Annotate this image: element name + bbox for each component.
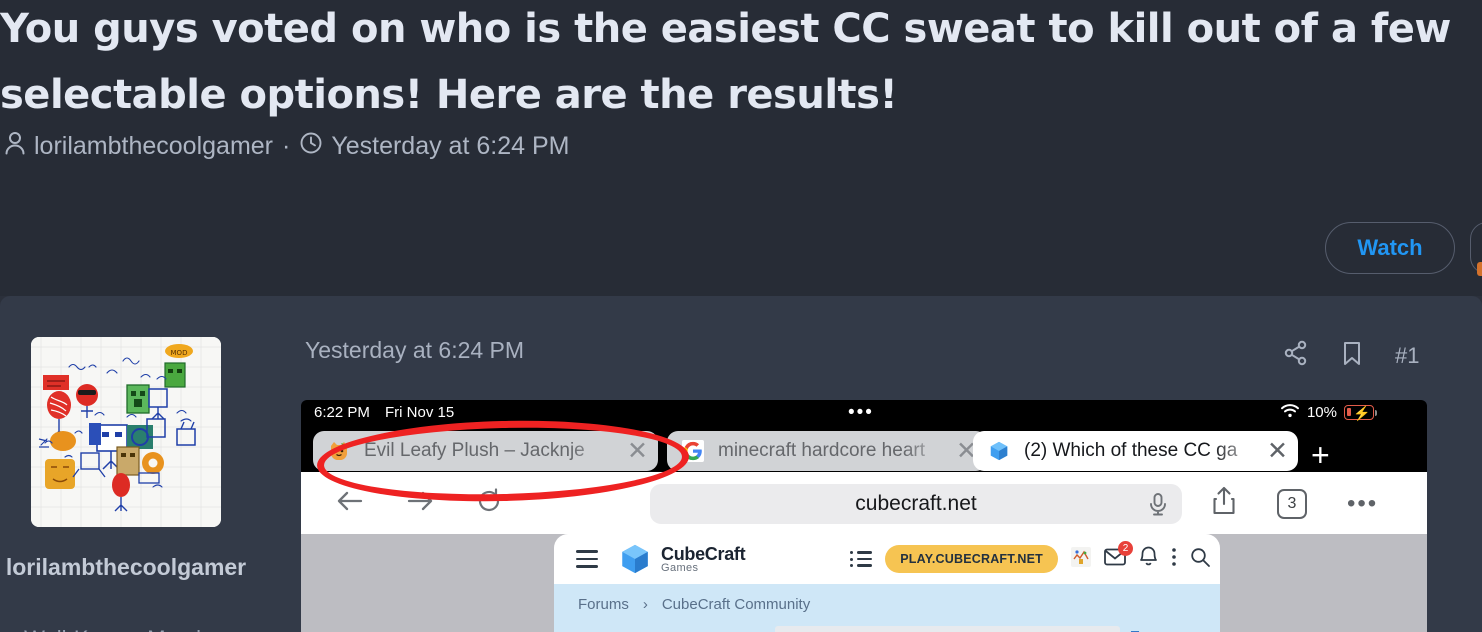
battery-charging-icon: ⚡ xyxy=(1344,405,1377,421)
kebab-menu-icon[interactable] xyxy=(1171,547,1177,572)
clock-icon xyxy=(299,131,323,162)
site-header-actions: PLAY.CUBECRAFT.NET 2 xyxy=(850,540,1210,573)
messages-badge: 2 xyxy=(1118,540,1133,556)
multitask-dots-icon[interactable]: ••• xyxy=(848,402,874,424)
back-arrow-icon[interactable] xyxy=(335,488,365,519)
chevron-right-icon: › xyxy=(642,596,648,613)
status-time: 6:22 PM xyxy=(314,404,370,421)
status-date: Fri Nov 15 xyxy=(385,404,455,421)
more-menu-icon[interactable]: ••• xyxy=(1347,490,1378,518)
google-icon xyxy=(681,439,705,463)
avatar[interactable]: MOD xyxy=(31,337,221,527)
user-avatar-small[interactable] xyxy=(1071,546,1091,572)
toolbar-right-icons: 3 ••• xyxy=(1211,486,1378,521)
website-viewport: CubeCraft Games PLAY.CUBECRAFT.NET 2 For… xyxy=(301,534,1427,632)
cubecraft-site: CubeCraft Games PLAY.CUBECRAFT.NET 2 For… xyxy=(554,534,1220,632)
tab-count-button[interactable]: 3 xyxy=(1277,488,1307,519)
wifi-icon xyxy=(1280,403,1300,422)
play-server-button[interactable]: PLAY.CUBECRAFT.NET xyxy=(885,545,1058,573)
close-icon[interactable]: ✕ xyxy=(1267,436,1288,466)
thread-author[interactable]: lorilambthecoolgamer xyxy=(34,132,273,161)
site-header: CubeCraft Games PLAY.CUBECRAFT.NET 2 xyxy=(554,534,1220,584)
thread-timestamp: Yesterday at 6:24 PM xyxy=(331,132,570,160)
microphone-icon[interactable] xyxy=(1147,492,1169,522)
ios-status-bar: 6:22 PM Fri Nov 15 ••• 10% ⚡ xyxy=(301,400,1427,428)
user-icon xyxy=(4,131,26,162)
thread-header: You guys voted on who is the easiest CC … xyxy=(0,0,1482,296)
browser-tab-3-label: (2) Which of these CC ga xyxy=(1024,440,1238,461)
share-upload-icon[interactable] xyxy=(1211,486,1237,521)
cubecraft-logo[interactable]: CubeCraft Games xyxy=(618,542,746,576)
browser-tab-2[interactable]: minecraft hardcore heart ✕ xyxy=(667,431,987,471)
address-bar[interactable]: cubecraft.net xyxy=(650,484,1182,524)
offscreen-badge-dot xyxy=(1477,262,1482,276)
post-author-title: Well-Known Member xyxy=(0,626,252,632)
new-tab-button[interactable]: + xyxy=(1311,437,1330,474)
breadcrumb: Forums › CubeCraft Community xyxy=(578,596,810,613)
messages-icon[interactable]: 2 xyxy=(1104,540,1133,571)
nav-buttons xyxy=(335,487,503,520)
post-timestamp[interactable]: Yesterday at 6:24 PM xyxy=(305,337,524,364)
watch-button[interactable]: Watch xyxy=(1325,222,1455,274)
list-view-icon[interactable] xyxy=(850,551,872,567)
breadcrumb-item-community[interactable]: CubeCraft Community xyxy=(662,596,810,613)
battery-percent: 10% xyxy=(1306,404,1337,421)
meta-separator: · xyxy=(282,132,291,160)
post-author-name[interactable]: lorilambthecoolgamer xyxy=(0,548,252,587)
close-icon[interactable]: ✕ xyxy=(627,436,648,466)
thread-meta: lorilambthecoolgamer · Yesterday at 6:24… xyxy=(4,131,569,162)
cat-emoji-icon xyxy=(327,439,351,463)
breadcrumb-item-forums[interactable]: Forums xyxy=(578,596,629,613)
address-bar-url: cubecraft.net xyxy=(855,492,977,515)
safari-tab-strip: Evil Leafy Plush – Jacknje ✕ minecraft h… xyxy=(301,428,1427,474)
device-id-overlay: CA88076A-E06B-4EED-8C0C- xyxy=(775,626,1121,632)
post-number[interactable]: #1 xyxy=(1395,343,1419,369)
browser-toolbar: cubecraft.net 3 ••• ‹ xyxy=(301,472,1427,632)
page-title: You guys voted on who is the easiest CC … xyxy=(0,6,1451,118)
reload-icon[interactable] xyxy=(475,487,503,520)
breadcrumb-bar: Forums › CubeCraft Community xyxy=(554,584,1220,632)
post-actions: #1 xyxy=(1283,340,1419,371)
attached-screenshot[interactable]: 6:22 PM Fri Nov 15 ••• 10% ⚡ Evil Leafy … xyxy=(301,400,1427,632)
browser-tab-2-label: minecraft hardcore heart xyxy=(718,440,925,461)
search-icon[interactable] xyxy=(1190,547,1210,572)
share-icon[interactable] xyxy=(1283,340,1309,371)
logo-title: CubeCraft xyxy=(661,543,746,564)
avatar-doodle-icon: MOD xyxy=(31,337,221,527)
forward-arrow-icon[interactable] xyxy=(405,488,435,519)
status-right-group: 10% ⚡ xyxy=(1280,403,1377,422)
cubecraft-icon xyxy=(987,439,1011,463)
browser-tab-3-active[interactable]: (2) Which of these CC ga ✕ xyxy=(973,431,1298,471)
svg-text:MOD: MOD xyxy=(171,349,188,357)
logo-subtitle: Games xyxy=(661,561,699,574)
hamburger-menu-icon[interactable] xyxy=(576,550,598,568)
post-panel: Yesterday at 6:24 PM #1 MOD lorilambthec… xyxy=(0,296,1482,632)
bookmark-icon[interactable] xyxy=(1341,340,1363,371)
cubecraft-cube-icon xyxy=(622,544,648,574)
bell-icon[interactable] xyxy=(1139,546,1158,572)
browser-tab-1-label: Evil Leafy Plush – Jacknje xyxy=(364,440,585,461)
browser-tab-1[interactable]: Evil Leafy Plush – Jacknje ✕ xyxy=(313,431,658,471)
